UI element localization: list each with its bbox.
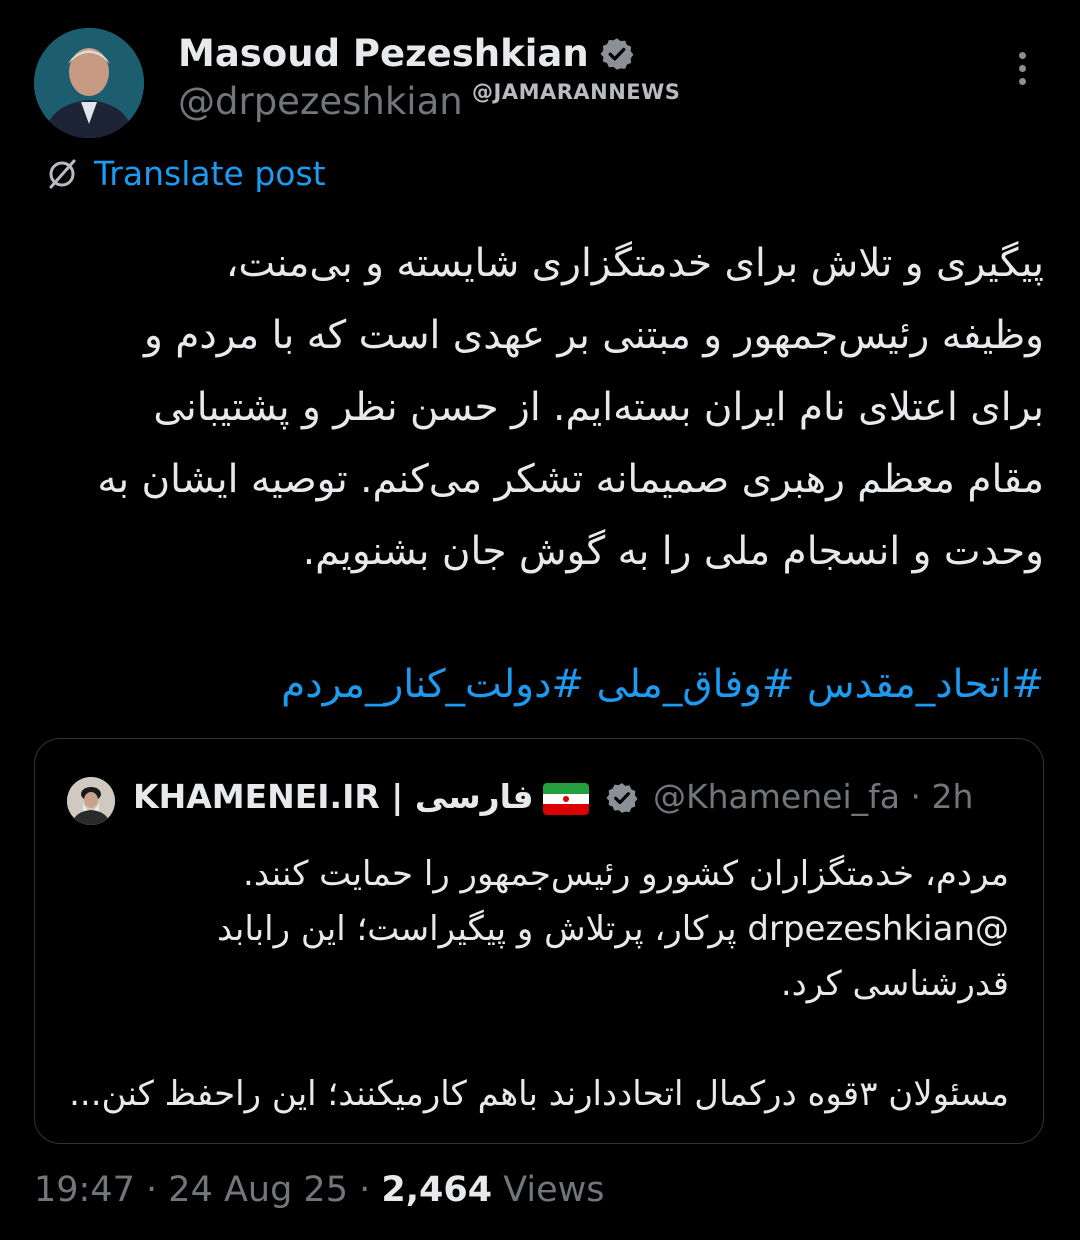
quoted-text-line (59, 1012, 1009, 1067)
translate-post-label[interactable]: Translate post (94, 154, 326, 193)
quoted-text-line: مردم، خدمتگزاران کشورو رئیس‌جمهور را حما… (243, 854, 1009, 894)
quoted-author-avatar[interactable] (67, 777, 115, 825)
post-text-line: مقام معظم رهبری صمیمانه تشکر می‌کنم. توص… (97, 457, 1044, 502)
translate-icon (49, 159, 76, 188)
quoted-author-handle[interactable]: @Khamenei_fa (653, 777, 900, 816)
more-options-icon[interactable] (1010, 52, 1034, 96)
footer-separator: · (359, 1170, 371, 1210)
quoted-meta[interactable]: @Khamenei_fa · 2h (653, 777, 973, 816)
quoted-text-line: مسئولان ۳قوه درکمال اتحاددارند باهم کارم… (69, 1074, 1009, 1114)
views-label[interactable]: Views (503, 1170, 604, 1210)
post-text-line: پیگیری و تلاش برای خدمتگزاری شایسته و بی… (225, 241, 1044, 286)
footer-separator: · (146, 1170, 158, 1210)
quoted-meta-separator: · (910, 777, 921, 816)
views-count[interactable]: 2,464 (381, 1170, 492, 1210)
quoted-post-card[interactable]: KHAMENEI.IR | فارسی @Khamenei_fa · 2h مر… (34, 738, 1044, 1144)
post-date[interactable]: 24 Aug 25 (168, 1170, 348, 1210)
post-text-line: وحدت و انسجام ملی را به گوش جان بشنویم. (302, 529, 1044, 574)
quoted-post-text: مردم، خدمتگزاران کشورو رئیس‌جمهور را حما… (59, 847, 1009, 1122)
quoted-author-photo (67, 777, 115, 825)
author-handle[interactable]: @drpezeshkian (178, 80, 463, 123)
quoted-verified-badge-icon (606, 783, 638, 813)
post-text: پیگیری و تلاش برای خدمتگزاری شایسته و بی… (34, 228, 1044, 588)
author-display-name[interactable]: Masoud Pezeshkian (178, 32, 589, 75)
quoted-text-line: قدرشناسی کرد. (780, 964, 1009, 1004)
watermark-text: @JAMARANNEWS (472, 80, 681, 104)
translate-post-link[interactable]: Translate post (44, 154, 326, 193)
quoted-text-line: @drpezeshkian پرکار، پرتلاش و پیگیراست؛ … (217, 909, 1009, 949)
post-footer: 19:47 · 24 Aug 25 · 2,464 Views (34, 1170, 605, 1210)
quoted-author-name[interactable]: KHAMENEI.IR | فارسی (133, 777, 534, 816)
quoted-post-time[interactable]: 2h (931, 777, 973, 816)
post-time[interactable]: 19:47 (34, 1170, 135, 1210)
author-avatar[interactable] (34, 28, 144, 138)
author-photo (34, 28, 144, 138)
verified-badge-icon (600, 37, 634, 70)
post-hashtags[interactable]: #اتحاد_مقدس #وفاق_ملی #دولت_کنار_مردم (34, 662, 1044, 707)
post-text-line: برای اعتلای نام ایران بسته‌ایم. از حسن ن… (153, 385, 1044, 430)
post-text-line: وظیفه رئیس‌جمهور و مبتنی بر عهدی است که … (144, 313, 1044, 358)
iran-flag-icon (543, 783, 589, 815)
author-name-row[interactable]: Masoud Pezeshkian (178, 32, 635, 75)
